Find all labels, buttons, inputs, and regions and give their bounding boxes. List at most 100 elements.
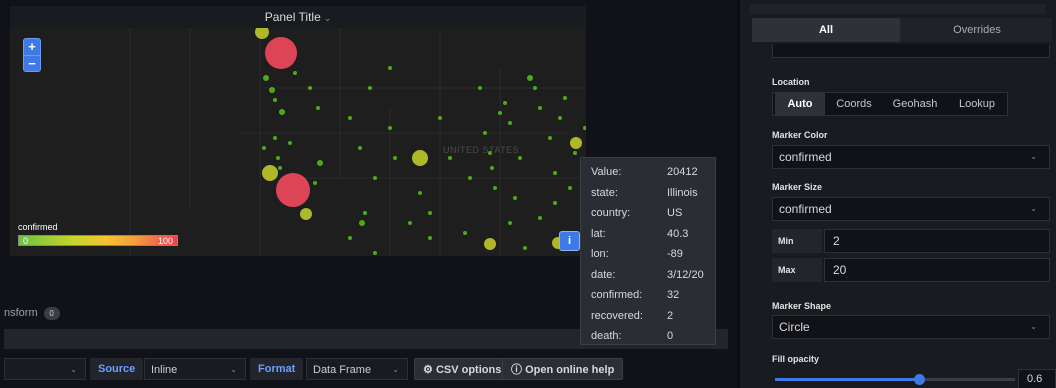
location-option-lookup[interactable]: Lookup: [949, 93, 1005, 115]
tooltip-key: country:: [591, 207, 631, 219]
map-marker[interactable]: [348, 116, 352, 120]
map-marker[interactable]: [358, 146, 362, 150]
map-marker[interactable]: [388, 66, 392, 70]
zoom-in-button[interactable]: +: [24, 39, 40, 55]
legend-min: 0: [23, 236, 29, 246]
map-marker[interactable]: [538, 106, 542, 110]
map-marker[interactable]: [348, 236, 352, 240]
map-view[interactable]: + − UNITED STATES confirmed 0 100 i: [10, 28, 586, 256]
map-marker[interactable]: [513, 196, 517, 200]
map-marker[interactable]: [490, 166, 494, 170]
min-size-label: Min: [772, 229, 822, 253]
location-option-auto[interactable]: Auto: [775, 93, 825, 115]
map-marker[interactable]: [279, 109, 285, 115]
map-marker[interactable]: [498, 111, 502, 115]
map-marker[interactable]: [478, 86, 482, 90]
zoom-out-button[interactable]: −: [24, 55, 40, 71]
map-marker[interactable]: [293, 71, 297, 75]
map-canvas[interactable]: [10, 28, 586, 256]
map-marker[interactable]: [468, 176, 472, 180]
map-marker[interactable]: [518, 156, 522, 160]
marker-color-select[interactable]: confirmed ⌄: [772, 145, 1050, 169]
map-marker[interactable]: [262, 165, 278, 181]
tooltip-key: Value:: [591, 166, 622, 178]
datasource-select[interactable]: ⌄: [4, 358, 86, 380]
map-marker[interactable]: [558, 116, 562, 120]
map-marker[interactable]: [573, 151, 577, 155]
marker-shape-select[interactable]: Circle ⌄: [772, 315, 1050, 339]
map-marker[interactable]: [483, 131, 487, 135]
info-button[interactable]: i: [559, 231, 580, 251]
map-marker[interactable]: [265, 37, 297, 69]
map-marker[interactable]: [418, 191, 422, 195]
legend-max: 100: [157, 236, 173, 246]
min-size-input[interactable]: 2: [824, 229, 1050, 253]
location-option-coords[interactable]: Coords: [827, 93, 881, 115]
map-marker[interactable]: [527, 75, 533, 81]
map-marker[interactable]: [276, 156, 280, 160]
map-marker[interactable]: [288, 141, 292, 145]
map-marker[interactable]: [508, 221, 512, 225]
map-marker[interactable]: [255, 28, 269, 39]
panel-header[interactable]: Panel Title ⌄: [10, 6, 586, 28]
map-marker[interactable]: [300, 208, 312, 220]
map-marker[interactable]: [388, 126, 392, 130]
map-marker[interactable]: [463, 231, 467, 235]
map-marker[interactable]: [438, 116, 442, 120]
location-option-geohash[interactable]: Geohash: [883, 93, 947, 115]
map-marker[interactable]: [523, 246, 527, 250]
csv-options-button[interactable]: ⚙ CSV options: [414, 358, 511, 380]
map-marker[interactable]: [538, 216, 542, 220]
map-marker[interactable]: [428, 236, 432, 240]
map-marker[interactable]: [368, 86, 372, 90]
map-marker[interactable]: [393, 156, 397, 160]
map-marker[interactable]: [276, 173, 310, 207]
map-marker[interactable]: [448, 156, 452, 160]
max-size-input[interactable]: 20: [824, 258, 1050, 282]
transform-tab[interactable]: nsform 0: [4, 307, 60, 320]
map-marker[interactable]: [553, 171, 557, 175]
tooltip-value: -89: [667, 248, 683, 260]
tab-overrides[interactable]: Overrides: [902, 18, 1052, 42]
source-select[interactable]: Inline ⌄: [144, 358, 246, 380]
map-marker[interactable]: [269, 87, 275, 93]
tooltip-key: lat:: [591, 227, 606, 240]
map-marker[interactable]: [316, 106, 320, 110]
map-marker[interactable]: [408, 221, 412, 225]
map-marker[interactable]: [583, 126, 586, 130]
fill-opacity-slider-handle[interactable]: [914, 374, 925, 385]
map-marker[interactable]: [359, 220, 365, 226]
map-marker[interactable]: [548, 136, 552, 140]
map-marker[interactable]: [262, 146, 266, 150]
map-marker[interactable]: [278, 166, 282, 170]
fill-opacity-input[interactable]: 0.6: [1018, 369, 1056, 388]
chevron-down-icon[interactable]: ⌄: [324, 13, 332, 23]
map-marker[interactable]: [563, 96, 567, 100]
map-marker[interactable]: [363, 211, 367, 215]
map-marker[interactable]: [533, 86, 537, 90]
map-marker[interactable]: [508, 121, 512, 125]
tab-all[interactable]: All: [752, 18, 900, 42]
format-select[interactable]: Data Frame ⌄: [306, 358, 408, 380]
map-marker[interactable]: [273, 136, 277, 140]
map-marker[interactable]: [493, 186, 497, 190]
previous-field[interactable]: [772, 44, 1050, 58]
panel-title[interactable]: Panel Title: [265, 10, 321, 24]
map-marker[interactable]: [570, 137, 582, 149]
map-marker[interactable]: [568, 186, 572, 190]
map-marker[interactable]: [308, 86, 312, 90]
map-marker[interactable]: [317, 160, 323, 166]
map-marker[interactable]: [503, 101, 507, 105]
map-marker[interactable]: [273, 98, 277, 102]
map-marker[interactable]: [373, 251, 377, 255]
map-marker[interactable]: [373, 176, 377, 180]
map-marker[interactable]: [412, 150, 428, 166]
map-marker[interactable]: [428, 211, 432, 215]
map-marker[interactable]: [263, 75, 269, 81]
tooltip-value: US: [667, 207, 683, 219]
map-marker[interactable]: [553, 201, 557, 205]
marker-size-select[interactable]: confirmed ⌄: [772, 197, 1050, 221]
map-marker[interactable]: [484, 238, 496, 250]
open-help-button[interactable]: ⓘ Open online help: [502, 358, 624, 380]
map-marker[interactable]: [313, 181, 317, 185]
